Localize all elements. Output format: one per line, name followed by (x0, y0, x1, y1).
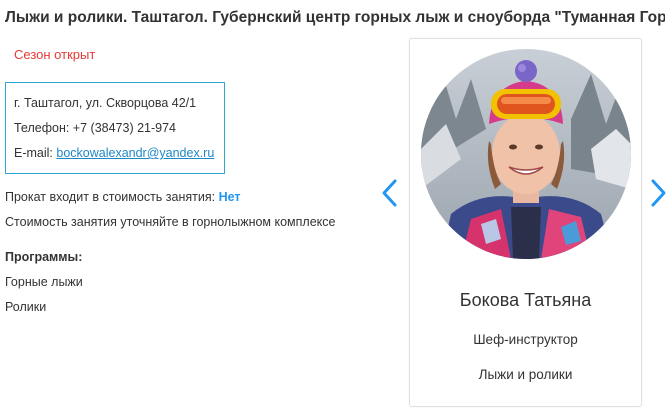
phone-text: Телефон: +7 (38473) 21-974 (14, 121, 177, 135)
instructor-card[interactable]: Бокова Татьяна Шеф-инструктор Лыжи и рол… (409, 38, 642, 407)
prev-arrow-button[interactable] (380, 178, 400, 208)
rental-value: Нет (218, 190, 241, 204)
page-title: Лыжи и ролики. Таштагол. Губернский цент… (5, 9, 665, 26)
next-arrow-button[interactable] (648, 178, 667, 208)
email-line: E-mail: bockowalexandr@yandex.ru (14, 141, 224, 166)
chevron-right-icon (651, 179, 666, 207)
contact-box: г. Таштагол, ул. Скворцова 42/1 Телефон:… (5, 82, 225, 174)
instructor-role: Шеф-инструктор (473, 332, 578, 347)
programs-title: Программы: (5, 250, 83, 264)
season-status: Сезон открыт (14, 47, 96, 62)
address-text: г. Таштагол, ул. Скворцова 42/1 (14, 96, 197, 110)
email-label: E-mail: (14, 146, 57, 160)
rental-info: Прокат входит в стоимость занятия: Нет (5, 190, 241, 204)
email-link[interactable]: bockowalexandr@yandex.ru (56, 146, 214, 160)
instructor-sport: Лыжи и ролики (478, 367, 573, 382)
rental-label: Прокат входит в стоимость занятия: (5, 190, 219, 204)
instructor-photo (421, 49, 631, 259)
program-item: Горные лыжи (5, 275, 83, 289)
price-note: Стоимость занятия уточняйте в горнолыжно… (5, 215, 336, 229)
instructor-name: Бокова Татьяна (459, 290, 592, 310)
program-item: Ролики (5, 300, 47, 314)
chevron-left-icon (382, 179, 397, 207)
